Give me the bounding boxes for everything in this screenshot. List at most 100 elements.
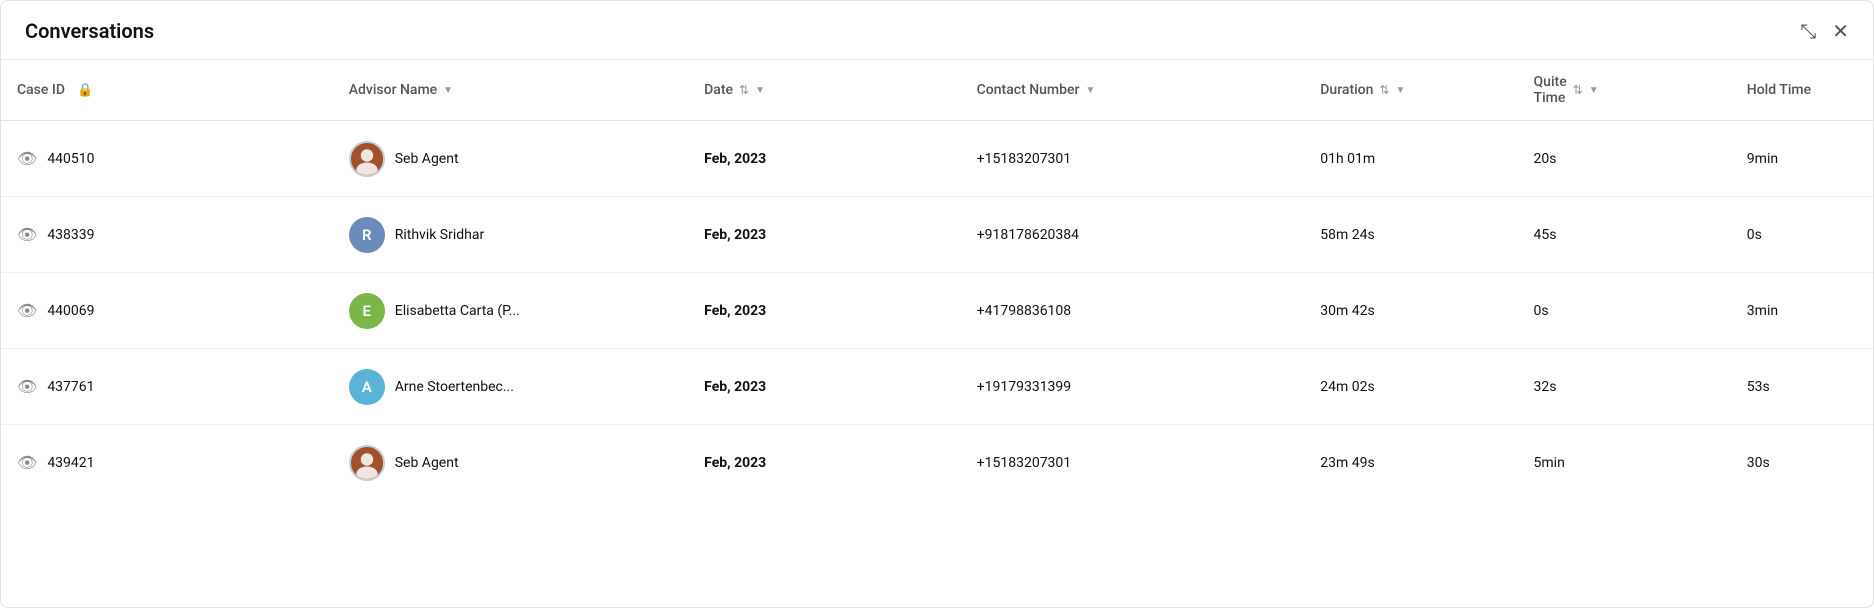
hold-time-value: 0s [1747,227,1762,243]
quite-time-value: 20s [1534,151,1557,167]
window-title: Conversations [25,19,154,43]
case-id-label: Case ID [17,82,65,98]
case-id-value: 439421 [47,455,94,471]
eye-icon[interactable]: 👁 [17,149,37,168]
hold-time-value: 30s [1747,455,1770,471]
advisor-name-value: Seb Agent [395,151,459,167]
hold-time-value: 3min [1747,303,1778,319]
case-id-cell: 👁 438339 [1,197,333,273]
eye-icon[interactable]: 👁 [17,377,37,396]
case-id-value: 438339 [47,227,94,243]
case-id-cell: 👁 440510 [1,121,333,197]
duration-filter-icon[interactable]: ⇅ [1379,83,1389,97]
table-row: 👁 437761 A Arne Stoertenbec... Feb, 2023… [1,349,1873,425]
advisor-cell: Seb Agent [333,121,688,197]
avatar [349,141,385,177]
quite-time-label: QuiteTime [1534,74,1567,106]
date-filter-icon[interactable]: ⇅ [739,83,749,97]
table-row: 👁 440069 E Elisabetta Carta (P... Feb, 2… [1,273,1873,349]
quite-time-cell: 32s [1518,349,1731,425]
contact-number-value: +15183207301 [977,151,1072,167]
contact-number-value: +41798836108 [977,303,1072,319]
duration-value: 30m 42s [1320,303,1374,319]
case-id-cell: 👁 437761 [1,349,333,425]
table-row: 👁 440510 Seb Agent Feb, 2023 [1,121,1873,197]
close-icon[interactable]: ✕ [1832,19,1849,43]
case-id-cell: 👁 440069 [1,273,333,349]
advisor-name-label: Advisor Name [349,82,437,98]
contact-number-cell: +15183207301 [961,121,1305,197]
date-cell: Feb, 2023 [688,121,961,197]
contact-number-cell: +41798836108 [961,273,1305,349]
col-header-duration: Duration ⇅ ▼ [1304,60,1517,121]
date-value: Feb, 2023 [704,151,766,167]
col-header-case-id: Case ID 🔒 [1,60,333,121]
conversations-table: Case ID 🔒 Advisor Name ▼ Date ⇅ ▼ [1,60,1873,501]
duration-value: 23m 49s [1320,455,1374,471]
eye-icon[interactable]: 👁 [17,301,37,320]
table-header-row: Case ID 🔒 Advisor Name ▼ Date ⇅ ▼ [1,60,1873,121]
case-id-value: 437761 [47,379,94,395]
minimize-icon[interactable]: ⤡ [1800,19,1816,43]
date-cell: Feb, 2023 [688,425,961,501]
window-actions: ⤡ ✕ [1800,19,1849,43]
duration-value: 01h 01m [1320,151,1375,167]
avatar [349,445,385,481]
advisor-name-value: Arne Stoertenbec... [395,379,514,395]
duration-cell: 24m 02s [1304,349,1517,425]
date-value: Feb, 2023 [704,303,766,319]
quite-sort-icon[interactable]: ▼ [1589,85,1599,96]
hold-time-cell: 53s [1731,349,1873,425]
avatar: A [349,369,385,405]
quite-time-cell: 0s [1518,273,1731,349]
advisor-sort-icon[interactable]: ▼ [443,85,453,96]
eye-icon[interactable]: 👁 [17,453,37,472]
duration-cell: 58m 24s [1304,197,1517,273]
quite-time-cell: 45s [1518,197,1731,273]
contact-number-cell: +15183207301 [961,425,1305,501]
advisor-cell: E Elisabetta Carta (P... [333,273,688,349]
hold-time-label: Hold Time [1747,82,1811,98]
contact-number-value: +918178620384 [977,227,1079,243]
table-row: 👁 438339 R Rithvik Sridhar Feb, 2023 +91… [1,197,1873,273]
eye-icon[interactable]: 👁 [17,225,37,244]
advisor-cell: R Rithvik Sridhar [333,197,688,273]
date-value: Feb, 2023 [704,227,766,243]
col-header-date: Date ⇅ ▼ [688,60,961,121]
date-cell: Feb, 2023 [688,197,961,273]
quite-time-cell: 20s [1518,121,1731,197]
quite-time-value: 0s [1534,303,1549,319]
lock-icon: 🔒 [77,83,93,98]
quite-time-value: 5min [1534,455,1565,471]
col-header-contact-number: Contact Number ▼ [961,60,1305,121]
case-id-cell: 👁 439421 [1,425,333,501]
duration-sort-icon[interactable]: ▼ [1395,85,1405,96]
advisor-cell: Seb Agent [333,425,688,501]
contact-number-cell: +918178620384 [961,197,1305,273]
date-label: Date [704,82,733,98]
avatar: R [349,217,385,253]
col-header-advisor-name: Advisor Name ▼ [333,60,688,121]
advisor-name-value: Rithvik Sridhar [395,227,485,243]
advisor-name-value: Elisabetta Carta (P... [395,303,520,319]
quite-time-value: 32s [1534,379,1557,395]
date-value: Feb, 2023 [704,379,766,395]
date-cell: Feb, 2023 [688,349,961,425]
quite-filter-icon[interactable]: ⇅ [1573,83,1583,97]
contact-number-value: +19179331399 [977,379,1072,395]
date-sort-icon[interactable]: ▼ [755,85,765,96]
case-id-value: 440069 [47,303,94,319]
hold-time-cell: 3min [1731,273,1873,349]
quite-time-value: 45s [1534,227,1557,243]
conversations-window: Conversations ⤡ ✕ Case ID 🔒 [0,0,1874,608]
hold-time-cell: 0s [1731,197,1873,273]
date-cell: Feb, 2023 [688,273,961,349]
hold-time-cell: 9min [1731,121,1873,197]
col-header-quite-time: QuiteTime ⇅ ▼ [1518,60,1731,121]
case-id-value: 440510 [47,151,94,167]
contact-number-cell: +19179331399 [961,349,1305,425]
contact-sort-icon[interactable]: ▼ [1085,85,1095,96]
duration-cell: 23m 49s [1304,425,1517,501]
col-header-hold-time: Hold Time [1731,60,1873,121]
duration-value: 58m 24s [1320,227,1374,243]
